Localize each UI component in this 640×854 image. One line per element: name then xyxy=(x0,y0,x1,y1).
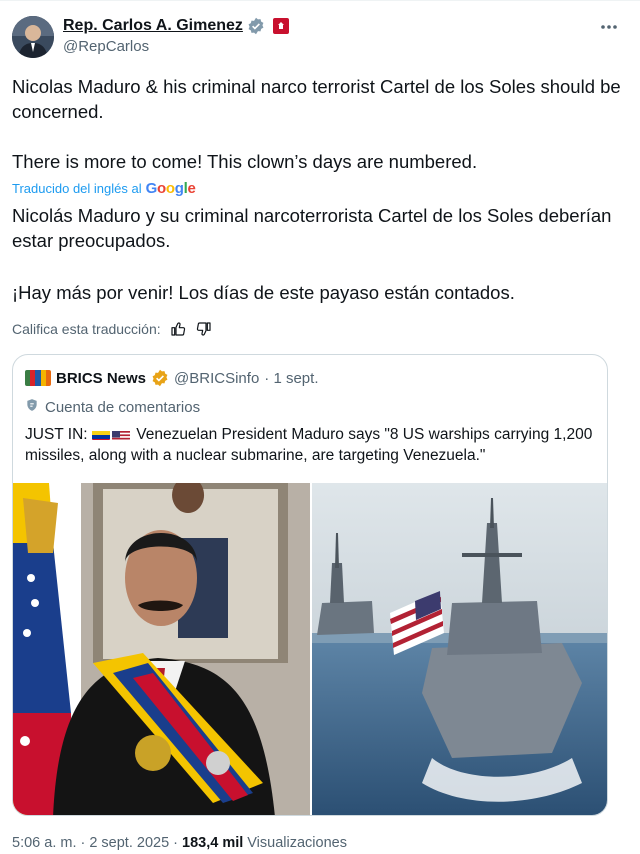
commentary-account-text: Cuenta de comentarios xyxy=(45,398,201,416)
views-count: 183,4 mil xyxy=(182,835,244,851)
quoted-author-handle[interactable]: @BRICSinfo xyxy=(174,370,259,387)
shield-icon xyxy=(25,398,39,416)
tweet-header: Rep. Carlos A. Gimenez @RepCarlos xyxy=(12,14,628,60)
us-flag-icon xyxy=(111,428,130,440)
media-image-warships[interactable] xyxy=(312,483,607,815)
avatar[interactable] xyxy=(12,16,54,58)
venezuela-flag-icon xyxy=(91,428,110,440)
media-image-maduro[interactable] xyxy=(13,483,310,815)
meta-separator: · xyxy=(173,835,178,851)
quoted-tweet-text: JUST IN: Venezuelan President Maduro say… xyxy=(25,424,601,466)
rate-translation-label: Califica esta traducción: xyxy=(12,321,161,337)
more-options-icon[interactable] xyxy=(598,16,620,38)
quoted-text-body: Venezuelan President Maduro says "8 US w… xyxy=(25,426,593,464)
tweet-text-original-p2: There is more to come! This clown’s days… xyxy=(12,151,478,172)
google-logo: Google xyxy=(145,180,196,197)
quoted-tweet[interactable]: BRICS News @BRICSinfo · 1 sept. Cuenta d… xyxy=(12,354,608,816)
top-border xyxy=(0,0,640,1)
tweet-date[interactable]: 2 sept. 2025 xyxy=(89,835,169,851)
government-badge-icon xyxy=(272,18,289,34)
quoted-date[interactable]: · 1 sept. xyxy=(264,370,318,387)
verified-badge-icon xyxy=(247,17,265,35)
brics-logo-icon xyxy=(25,370,51,386)
author-name[interactable]: Rep. Carlos A. Gimenez xyxy=(63,17,243,35)
author-name-row: Rep. Carlos A. Gimenez xyxy=(63,15,289,37)
quoted-text-prefix: JUST IN: xyxy=(25,426,88,443)
tweet-time[interactable]: 5:06 a. m. xyxy=(12,835,76,851)
views-label: Visualizaciones xyxy=(247,835,347,851)
thumbs-down-icon[interactable] xyxy=(195,320,213,338)
meta-separator: · xyxy=(80,835,86,851)
translation-label[interactable]: Traducido del inglés al Google xyxy=(12,180,196,197)
verified-gold-badge-icon xyxy=(151,369,169,387)
commentary-account-label: Cuenta de comentarios xyxy=(25,398,200,416)
author-handle[interactable]: @RepCarlos xyxy=(63,38,149,55)
tweet-text-original-p1: Nicolas Maduro & his criminal narco terr… xyxy=(12,76,621,122)
tweet-text-translated-p1: Nicolás Maduro y su criminal narcoterror… xyxy=(12,205,612,251)
tweet-meta: 5:06 a. m. · 2 sept. 2025 · 183,4 mil Vi… xyxy=(12,835,347,851)
thumbs-up-icon[interactable] xyxy=(169,320,187,338)
rate-translation: Califica esta traducción: xyxy=(12,320,213,338)
quoted-author-name[interactable]: BRICS News xyxy=(56,370,146,387)
quoted-tweet-header: BRICS News @BRICSinfo · 1 sept. xyxy=(25,369,319,387)
tweet-text-translated-p2: ¡Hay más por venir! Los días de este pay… xyxy=(12,282,515,303)
translation-label-text: Traducido del inglés al xyxy=(12,181,142,196)
